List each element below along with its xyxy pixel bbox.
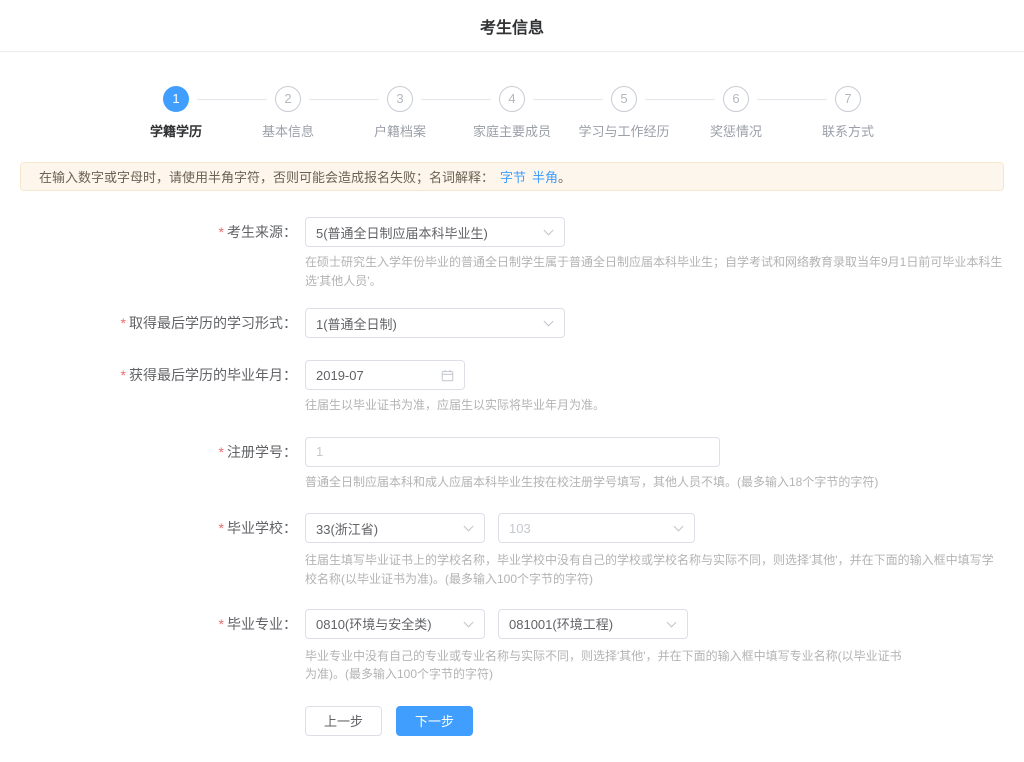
help-text-graduation-school: 往届生填写毕业证书上的学校名称，毕业学校中没有自己的学校或学校名称与实际不同，则… [305,551,1005,588]
page-title: 考生信息 [480,14,544,38]
step-number: 3 [387,86,413,112]
select-value: 1(普通全日制) [316,314,397,333]
input-value: 1 [316,444,323,459]
step-number: 7 [835,86,861,112]
label-text: 注册学号： [227,444,297,460]
chevron-down-icon [464,522,474,532]
step-label: 联系方式 [792,121,904,140]
help-row: 往届生以毕业证书为准，应届生以实际将毕业年月为准。 [0,396,1024,415]
label-text: 考生来源： [227,224,297,240]
field-label-graduation-major: *毕业专业： [0,614,297,634]
step-label: 家庭主要成员 [456,121,568,140]
field-label-graduation-school: *毕业学校： [0,518,297,538]
label-text: 毕业学校： [227,520,297,536]
help-row: 在硕士研究生入学年份毕业的普通全日制学生属于普通全日制应届本科毕业生；自学考试和… [0,253,1024,290]
study-form-select[interactable]: 1(普通全日制) [305,308,565,338]
required-asterisk: * [219,616,224,632]
step-number: 1 [163,86,189,112]
school-name-select[interactable]: 103 [498,513,695,543]
warning-text: 在输入数字或字母时，请使用半角字符，否则可能会造成报名失败；名词解释： [39,167,494,186]
label-text: 毕业专业： [227,616,297,632]
help-text-candidate-source: 在硕士研究生入学年份毕业的普通全日制学生属于普通全日制应届本科毕业生；自学考试和… [305,253,1005,290]
field-label-student-id: *注册学号： [0,442,297,462]
chevron-down-icon [544,226,554,236]
select-value: 33(浙江省) [316,519,378,538]
step-number: 5 [611,86,637,112]
form-row-graduation-school: *毕业学校： 33(浙江省) 103 [0,513,1024,543]
label-text: 取得最后学历的学习形式： [129,315,297,331]
candidate-source-select[interactable]: 5(普通全日制应届本科毕业生) [305,217,565,247]
warning-banner: 在输入数字或字母时，请使用半角字符，否则可能会造成报名失败；名词解释： 字节 半… [20,162,1004,191]
help-text-graduation-major: 毕业专业中没有自己的专业或专业名称与实际不同，则选择'其他'，并在下面的输入框中… [305,647,913,684]
step-2[interactable]: 2 基本信息 [232,86,344,140]
select-value: 103 [509,521,531,536]
chevron-down-icon [464,617,474,627]
label-text: 获得最后学历的毕业年月： [129,367,297,383]
warning-text-suffix: 。 [558,167,571,186]
school-province-select[interactable]: 33(浙江省) [305,513,485,543]
link-halfwidth[interactable]: 半角 [532,167,558,186]
help-text-graduation-date: 往届生以毕业证书为准，应届生以实际将毕业年月为准。 [305,396,605,415]
step-number: 2 [275,86,301,112]
step-5[interactable]: 5 学习与工作经历 [568,86,680,140]
form-row-study-form: *取得最后学历的学习形式： 1(普通全日制) [0,308,1024,338]
step-4[interactable]: 4 家庭主要成员 [456,86,568,140]
step-label: 奖惩情况 [680,121,792,140]
select-value: 0810(环境与安全类) [316,614,432,633]
select-value: 5(普通全日制应届本科毕业生) [316,223,488,242]
select-value: 081001(环境工程) [509,614,613,633]
help-row: 往届生填写毕业证书上的学校名称，毕业学校中没有自己的学校或学校名称与实际不同，则… [0,551,1024,588]
form-row-graduation-date: *获得最后学历的毕业年月： 2019-07 [0,360,1024,390]
field-label-study-form: *取得最后学历的学习形式： [0,313,297,333]
step-label: 学籍学历 [120,121,232,140]
graduation-date-input[interactable]: 2019-07 [305,360,465,390]
field-label-graduation-date: *获得最后学历的毕业年月： [0,365,297,385]
step-label: 基本信息 [232,121,344,140]
step-number: 4 [499,86,525,112]
major-name-select[interactable]: 081001(环境工程) [498,609,688,639]
chevron-down-icon [544,317,554,327]
help-text-student-id: 普通全日制应届本科和成人应届本科毕业生按在校注册学号填写，其他人员不填。(最多输… [305,473,878,492]
required-asterisk: * [219,520,224,536]
step-number: 6 [723,86,749,112]
chevron-down-icon [667,617,677,627]
form-actions: 上一步 下一步 [0,706,1024,736]
form-row-student-id: *注册学号： 1 [0,437,1024,467]
step-label: 户籍档案 [344,121,456,140]
link-byte[interactable]: 字节 [500,167,526,186]
student-id-input[interactable]: 1 [305,437,720,467]
help-row: 普通全日制应届本科和成人应届本科毕业生按在校注册学号填写，其他人员不填。(最多输… [0,473,1024,492]
candidate-info-form: *考生来源： 5(普通全日制应届本科毕业生) 在硕士研究生入学年份毕业的普通全日… [0,217,1024,736]
date-value: 2019-07 [316,368,364,383]
required-asterisk: * [219,444,224,460]
step-7[interactable]: 7 联系方式 [792,86,904,140]
form-row-graduation-major: *毕业专业： 0810(环境与安全类) 081001(环境工程) [0,609,1024,639]
stepper: 1 学籍学历 2 基本信息 3 户籍档案 4 家庭主要成员 5 学习与工作经历 6 奖惩情况 7 联系方式 [120,86,904,140]
step-1[interactable]: 1 学籍学历 [120,86,232,140]
next-step-button[interactable]: 下一步 [396,706,473,736]
required-asterisk: * [219,224,224,240]
help-row: 毕业专业中没有自己的专业或专业名称与实际不同，则选择'其他'，并在下面的输入框中… [0,647,1024,684]
field-label-candidate-source: *考生来源： [0,222,297,242]
step-label: 学习与工作经历 [568,121,680,140]
chevron-down-icon [674,522,684,532]
page-header: 考生信息 [0,0,1024,52]
form-row-candidate-source: *考生来源： 5(普通全日制应届本科毕业生) [0,217,1024,247]
required-asterisk: * [121,315,126,331]
step-6[interactable]: 6 奖惩情况 [680,86,792,140]
required-asterisk: * [121,367,126,383]
step-3[interactable]: 3 户籍档案 [344,86,456,140]
prev-step-button[interactable]: 上一步 [305,706,382,736]
calendar-icon [441,369,454,382]
major-category-select[interactable]: 0810(环境与安全类) [305,609,485,639]
